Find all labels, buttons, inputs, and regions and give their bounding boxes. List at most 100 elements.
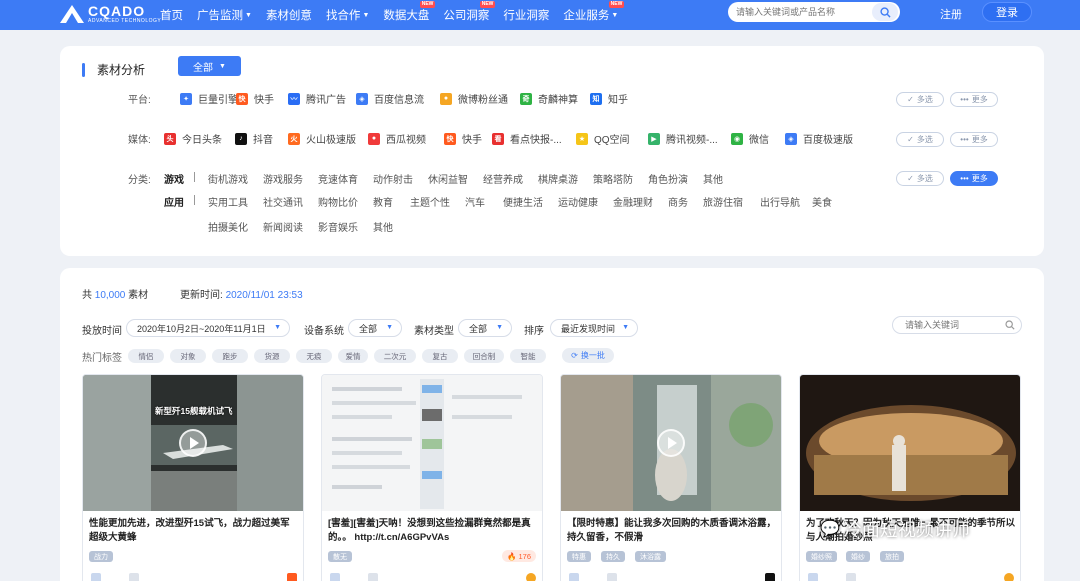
media-option-4[interactable]: 快快手 bbox=[444, 131, 482, 146]
app-category-more-0[interactable]: 拍摄美化 bbox=[208, 219, 248, 234]
media-option-2[interactable]: 火火山极速版 bbox=[288, 131, 356, 146]
material-card[interactable]: 【限时特惠】能让我多次回购的木质香调沐浴露，持久留香，不假滑 特惠 持久 沐浴露 bbox=[560, 374, 782, 581]
game-category-1[interactable]: 游戏服务 bbox=[263, 171, 303, 186]
media-option-3[interactable]: ● 西瓜视频 bbox=[368, 131, 426, 146]
nav-creative[interactable]: 素材创意 bbox=[266, 7, 312, 23]
app-category-more-2[interactable]: 影音娱乐 bbox=[318, 219, 358, 234]
media-option-6[interactable]: ★ QQ空间 bbox=[576, 131, 630, 146]
hot-tag[interactable]: 跑步 bbox=[212, 349, 248, 363]
game-category-3[interactable]: 动作射击 bbox=[373, 171, 413, 186]
multi-select-button-media[interactable]: ✓ 多选 bbox=[896, 132, 944, 147]
card-thumbnail[interactable] bbox=[800, 375, 1020, 511]
like-icon[interactable] bbox=[330, 573, 340, 581]
card-tag[interactable]: 战力 bbox=[89, 551, 113, 562]
media-option-0[interactable]: 头今日头条 bbox=[164, 131, 222, 146]
app-category-3[interactable]: 教育 bbox=[373, 194, 393, 209]
thumb-icon[interactable] bbox=[607, 573, 617, 581]
register-link[interactable]: 注册 bbox=[940, 6, 962, 22]
material-card[interactable]: 新型歼15舰载机试飞 性能更加先进，改进型歼15试飞，战力超过美军超级大黄蜂 战… bbox=[82, 374, 304, 581]
material-card[interactable]: [害羞][害羞]天呐！没想到这些捡漏群竟然都是真的。。 http://t.cn/… bbox=[321, 374, 543, 581]
card-tag[interactable]: 特惠 bbox=[567, 551, 591, 562]
game-category-2[interactable]: 竞速体育 bbox=[318, 171, 358, 186]
logo[interactable]: CQADO ADVANCED TECHNOLOGY bbox=[58, 3, 161, 25]
media-option-7[interactable]: ▶ 腾讯视频-... bbox=[648, 131, 718, 146]
nav-enterprise-service[interactable]: 企业服务 NEW ▼ bbox=[563, 1, 625, 23]
platform-option-0[interactable]: ✦ 巨量引擎 bbox=[180, 91, 238, 106]
app-category-10[interactable]: 旅游住宿 bbox=[703, 194, 743, 209]
card-tag[interactable]: 婚纱 bbox=[846, 551, 870, 562]
thumb-icon[interactable] bbox=[368, 573, 378, 581]
play-icon[interactable] bbox=[179, 429, 207, 457]
hot-tag[interactable]: 对象 bbox=[170, 349, 206, 363]
like-icon[interactable] bbox=[808, 573, 818, 581]
app-category-12[interactable]: 美食 bbox=[812, 194, 832, 209]
card-tag[interactable]: 散无 bbox=[328, 551, 352, 562]
sort-select[interactable]: 最近发现时间 ▼ bbox=[550, 319, 638, 337]
keyword-search-input[interactable] bbox=[905, 320, 1000, 330]
hot-tag[interactable]: 复古 bbox=[422, 349, 458, 363]
platform-option-5[interactable]: 奇奇麟神算 bbox=[520, 91, 578, 106]
app-category-11[interactable]: 出行导航 bbox=[760, 194, 800, 209]
card-thumbnail[interactable] bbox=[322, 375, 542, 511]
device-select[interactable]: 全部 ▼ bbox=[348, 319, 402, 337]
card-thumbnail[interactable] bbox=[561, 375, 781, 511]
search-icon[interactable] bbox=[1005, 320, 1015, 330]
multi-select-button-category[interactable]: ✓ 多选 bbox=[896, 171, 944, 186]
card-thumbnail[interactable]: 新型歼15舰载机试飞 bbox=[83, 375, 303, 511]
card-title[interactable]: [害羞][害羞]天呐！没想到这些捡漏群竟然都是真的。。 http://t.cn/… bbox=[328, 517, 538, 545]
game-category-6[interactable]: 棋牌桌游 bbox=[538, 171, 578, 186]
nav-partners[interactable]: 找合作 ▼ bbox=[326, 7, 369, 23]
more-button-media[interactable]: ••• 更多 bbox=[950, 132, 998, 147]
hot-tag[interactable]: 回合制 bbox=[464, 349, 504, 363]
hot-tag[interactable]: 无痕 bbox=[296, 349, 332, 363]
material-card[interactable]: 为了欢秋天？因为秋天是唯一最不可能的季节所以与人潮拍婚纱照 婚纱照 婚纱 旅拍 bbox=[799, 374, 1021, 581]
hot-tag[interactable]: 智能 bbox=[510, 349, 546, 363]
game-category-9[interactable]: 其他 bbox=[703, 171, 723, 186]
search-button[interactable] bbox=[872, 3, 898, 21]
play-icon[interactable] bbox=[657, 429, 685, 457]
like-icon[interactable] bbox=[569, 573, 579, 581]
nav-company-insight[interactable]: 公司洞察 NEW bbox=[443, 1, 496, 23]
card-tag[interactable]: 持久 bbox=[601, 551, 625, 562]
app-category-5[interactable]: 汽车 bbox=[465, 194, 485, 209]
multi-select-button-platform[interactable]: ✓ 多选 bbox=[896, 92, 944, 107]
app-category-6[interactable]: 便捷生活 bbox=[503, 194, 543, 209]
app-category-9[interactable]: 商务 bbox=[668, 194, 688, 209]
app-category-8[interactable]: 金融理财 bbox=[613, 194, 653, 209]
category-apps[interactable]: 应用 bbox=[164, 194, 184, 209]
card-title[interactable]: 性能更加先进，改进型歼15试飞，战力超过美军超级大黄蜂 bbox=[89, 517, 299, 545]
app-category-4[interactable]: 主题个性 bbox=[410, 194, 450, 209]
nav-ad-monitor[interactable]: 广告监测 ▼ bbox=[197, 7, 252, 23]
nav-home[interactable]: 首页 bbox=[160, 7, 183, 23]
hot-tag[interactable]: 情侣 bbox=[128, 349, 164, 363]
platform-option-6[interactable]: 知知乎 bbox=[590, 91, 628, 106]
card-title[interactable]: 【限时特惠】能让我多次回购的木质香调沐浴露，持久留香，不假滑 bbox=[567, 517, 777, 545]
nav-data-dashboard[interactable]: 数据大盘 NEW bbox=[383, 1, 436, 23]
platform-option-3[interactable]: ◈ 百度信息流 bbox=[356, 91, 424, 106]
app-category-more-1[interactable]: 新闻阅读 bbox=[263, 219, 303, 234]
card-tag[interactable]: 沐浴露 bbox=[635, 551, 666, 562]
media-option-5[interactable]: 看看点快报-... bbox=[492, 131, 562, 146]
hot-tag[interactable]: 爱情 bbox=[338, 349, 368, 363]
launch-time-select[interactable]: 2020年10月2日~2020年11月1日 ▼ bbox=[126, 319, 290, 337]
nav-industry-insight[interactable]: 行业洞察 bbox=[503, 7, 549, 23]
platform-option-2[interactable]: 〰腾讯广告 bbox=[288, 91, 346, 106]
game-category-5[interactable]: 经营养成 bbox=[483, 171, 523, 186]
app-category-0[interactable]: 实用工具 bbox=[208, 194, 248, 209]
media-option-8[interactable]: ◉ 微信 bbox=[731, 131, 769, 146]
app-category-2[interactable]: 购物比价 bbox=[318, 194, 358, 209]
more-button-platform[interactable]: ••• 更多 bbox=[950, 92, 998, 107]
game-category-7[interactable]: 策略塔防 bbox=[593, 171, 633, 186]
platform-option-4[interactable]: ● 微博粉丝通 bbox=[440, 91, 508, 106]
game-category-4[interactable]: 休闲益智 bbox=[428, 171, 468, 186]
login-button[interactable]: 登录 bbox=[982, 2, 1032, 22]
thumb-icon[interactable] bbox=[129, 573, 139, 581]
platform-option-1[interactable]: 快快手 bbox=[236, 91, 274, 106]
material-type-select[interactable]: 全部 ▼ bbox=[458, 319, 512, 337]
card-tag[interactable]: 婚纱照 bbox=[806, 551, 837, 562]
hot-tag[interactable]: 货源 bbox=[254, 349, 290, 363]
media-option-9[interactable]: ◈ 百度极速版 bbox=[785, 131, 853, 146]
app-category-1[interactable]: 社交通讯 bbox=[263, 194, 303, 209]
app-category-7[interactable]: 运动健康 bbox=[558, 194, 598, 209]
game-category-0[interactable]: 街机游戏 bbox=[208, 171, 248, 186]
